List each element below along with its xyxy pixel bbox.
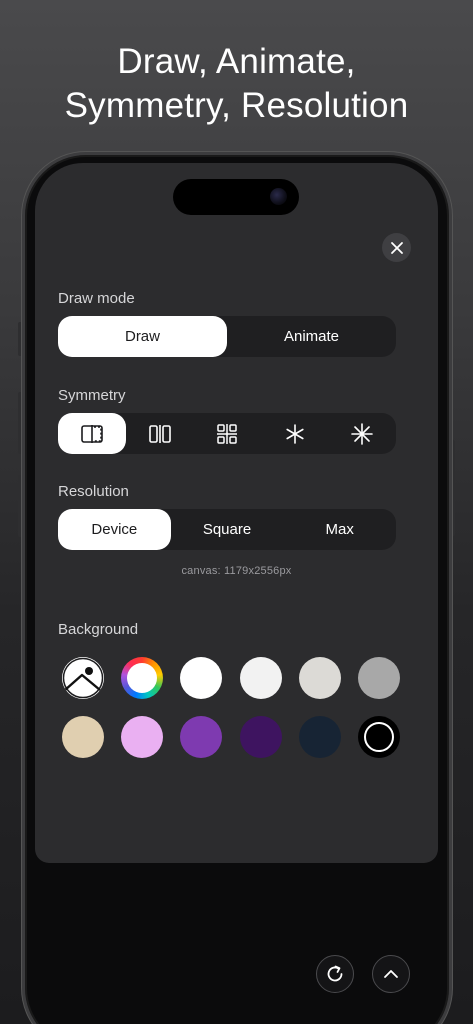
resolution-segmented-control: Device Square Max: [58, 509, 396, 550]
background-dark-purple[interactable]: [240, 716, 282, 758]
symmetry-option-radial-6[interactable]: [261, 413, 329, 454]
quad-symmetry-icon: [217, 423, 238, 444]
draw-mode-segmented-control: Draw Animate: [58, 316, 396, 357]
background-beige[interactable]: [62, 716, 104, 758]
symmetry-option-mirror[interactable]: [58, 413, 126, 454]
selected-ring: [364, 722, 394, 752]
color-wheel-icon: [127, 663, 157, 693]
mirror-vertical-icon: [81, 424, 103, 443]
dynamic-island: [173, 179, 299, 215]
radial-6-icon: [286, 423, 304, 444]
symmetry-option-radial-8[interactable]: [329, 413, 397, 454]
refresh-icon: [327, 965, 343, 982]
background-white[interactable]: [180, 657, 222, 699]
background-light-gray[interactable]: [299, 657, 341, 699]
close-icon: [390, 241, 403, 254]
chevron-up-icon: [384, 970, 398, 978]
headline: Draw, Animate, Symmetry, Resolution: [0, 40, 473, 128]
resolution-square[interactable]: Square: [171, 509, 284, 550]
background-image-picker[interactable]: [62, 657, 104, 699]
reset-button[interactable]: [316, 955, 354, 993]
symmetry-label: Symmetry: [58, 387, 126, 404]
mirror-double-icon: [148, 424, 171, 443]
symmetry-option-quad[interactable]: [194, 413, 262, 454]
draw-mode-draw[interactable]: Draw: [58, 316, 227, 357]
canvas-size-info: canvas: 1179x2556px: [181, 565, 292, 577]
resolution-device[interactable]: Device: [58, 509, 171, 550]
headline-line-2: Symmetry, Resolution: [64, 86, 409, 125]
background-label: Background: [58, 621, 139, 638]
background-color-wheel[interactable]: [121, 657, 163, 699]
resolution-label: Resolution: [58, 483, 129, 500]
background-off-white[interactable]: [240, 657, 282, 699]
image-picker-icon: [62, 657, 104, 699]
expand-button[interactable]: [372, 955, 410, 993]
symmetry-segmented-control: [58, 413, 396, 454]
close-button[interactable]: [382, 233, 411, 262]
background-purple[interactable]: [180, 716, 222, 758]
resolution-max[interactable]: Max: [283, 509, 396, 550]
headline-line-1: Draw, Animate,: [117, 42, 356, 81]
background-navy[interactable]: [299, 716, 341, 758]
symmetry-option-double[interactable]: [126, 413, 194, 454]
background-black-selected[interactable]: [358, 716, 400, 758]
draw-mode-label: Draw mode: [58, 290, 135, 307]
radial-8-icon: [351, 422, 374, 445]
background-gray[interactable]: [358, 657, 400, 699]
camera-icon: [270, 188, 287, 205]
background-lavender[interactable]: [121, 716, 163, 758]
draw-mode-animate[interactable]: Animate: [227, 316, 396, 357]
